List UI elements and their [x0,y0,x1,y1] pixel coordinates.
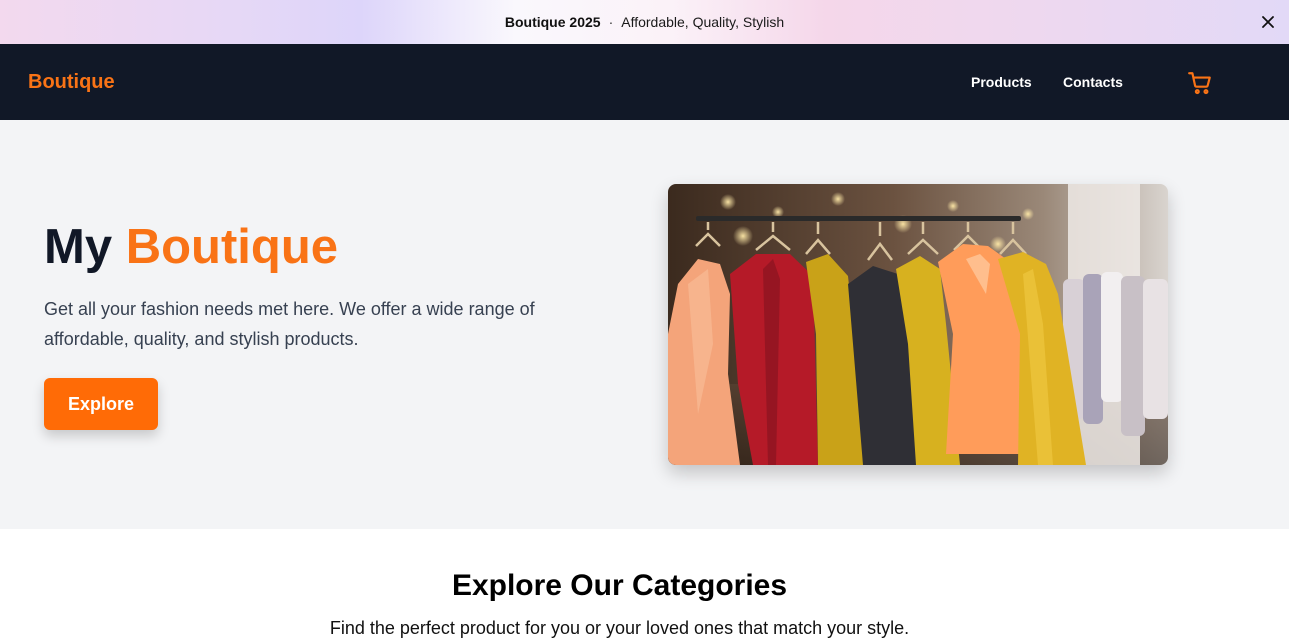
shopping-cart-icon [1188,72,1211,95]
dresses-on-rack-image [668,184,1168,465]
hero-title-plain: My [44,220,113,274]
hero-image [668,184,1168,465]
cart-button[interactable] [1187,70,1213,96]
nav-link-contacts[interactable]: Contacts [1063,74,1123,90]
hero-section: My Boutique Get all your fashion needs m… [0,120,1289,529]
hero-title: My Boutique [44,220,338,275]
close-announcement-button[interactable] [1257,11,1279,33]
announcement-text: Boutique 2025 · Affordable, Quality, Sty… [505,14,784,30]
site-header: Boutique Products Contacts [0,44,1289,120]
site-logo[interactable]: Boutique [28,71,115,94]
close-icon [1262,16,1274,28]
announcement-bar: Boutique 2025 · Affordable, Quality, Sty… [0,0,1289,44]
categories-title: Explore Our Categories [451,569,788,602]
explore-button[interactable]: Explore [44,378,158,430]
nav-link-products[interactable]: Products [971,74,1032,90]
categories-section: Explore Our Categories Find the perfect … [0,529,1289,641]
hero-title-accent: Boutique [125,220,338,274]
announcement-separator: · [608,14,614,30]
announcement-tagline: Affordable, Quality, Stylish [621,14,785,30]
hero-description: Get all your fashion needs met here. We … [44,299,535,349]
categories-subtitle: Find the perfect product for you or your… [329,618,910,638]
announcement-brand: Boutique 2025 [504,14,601,30]
